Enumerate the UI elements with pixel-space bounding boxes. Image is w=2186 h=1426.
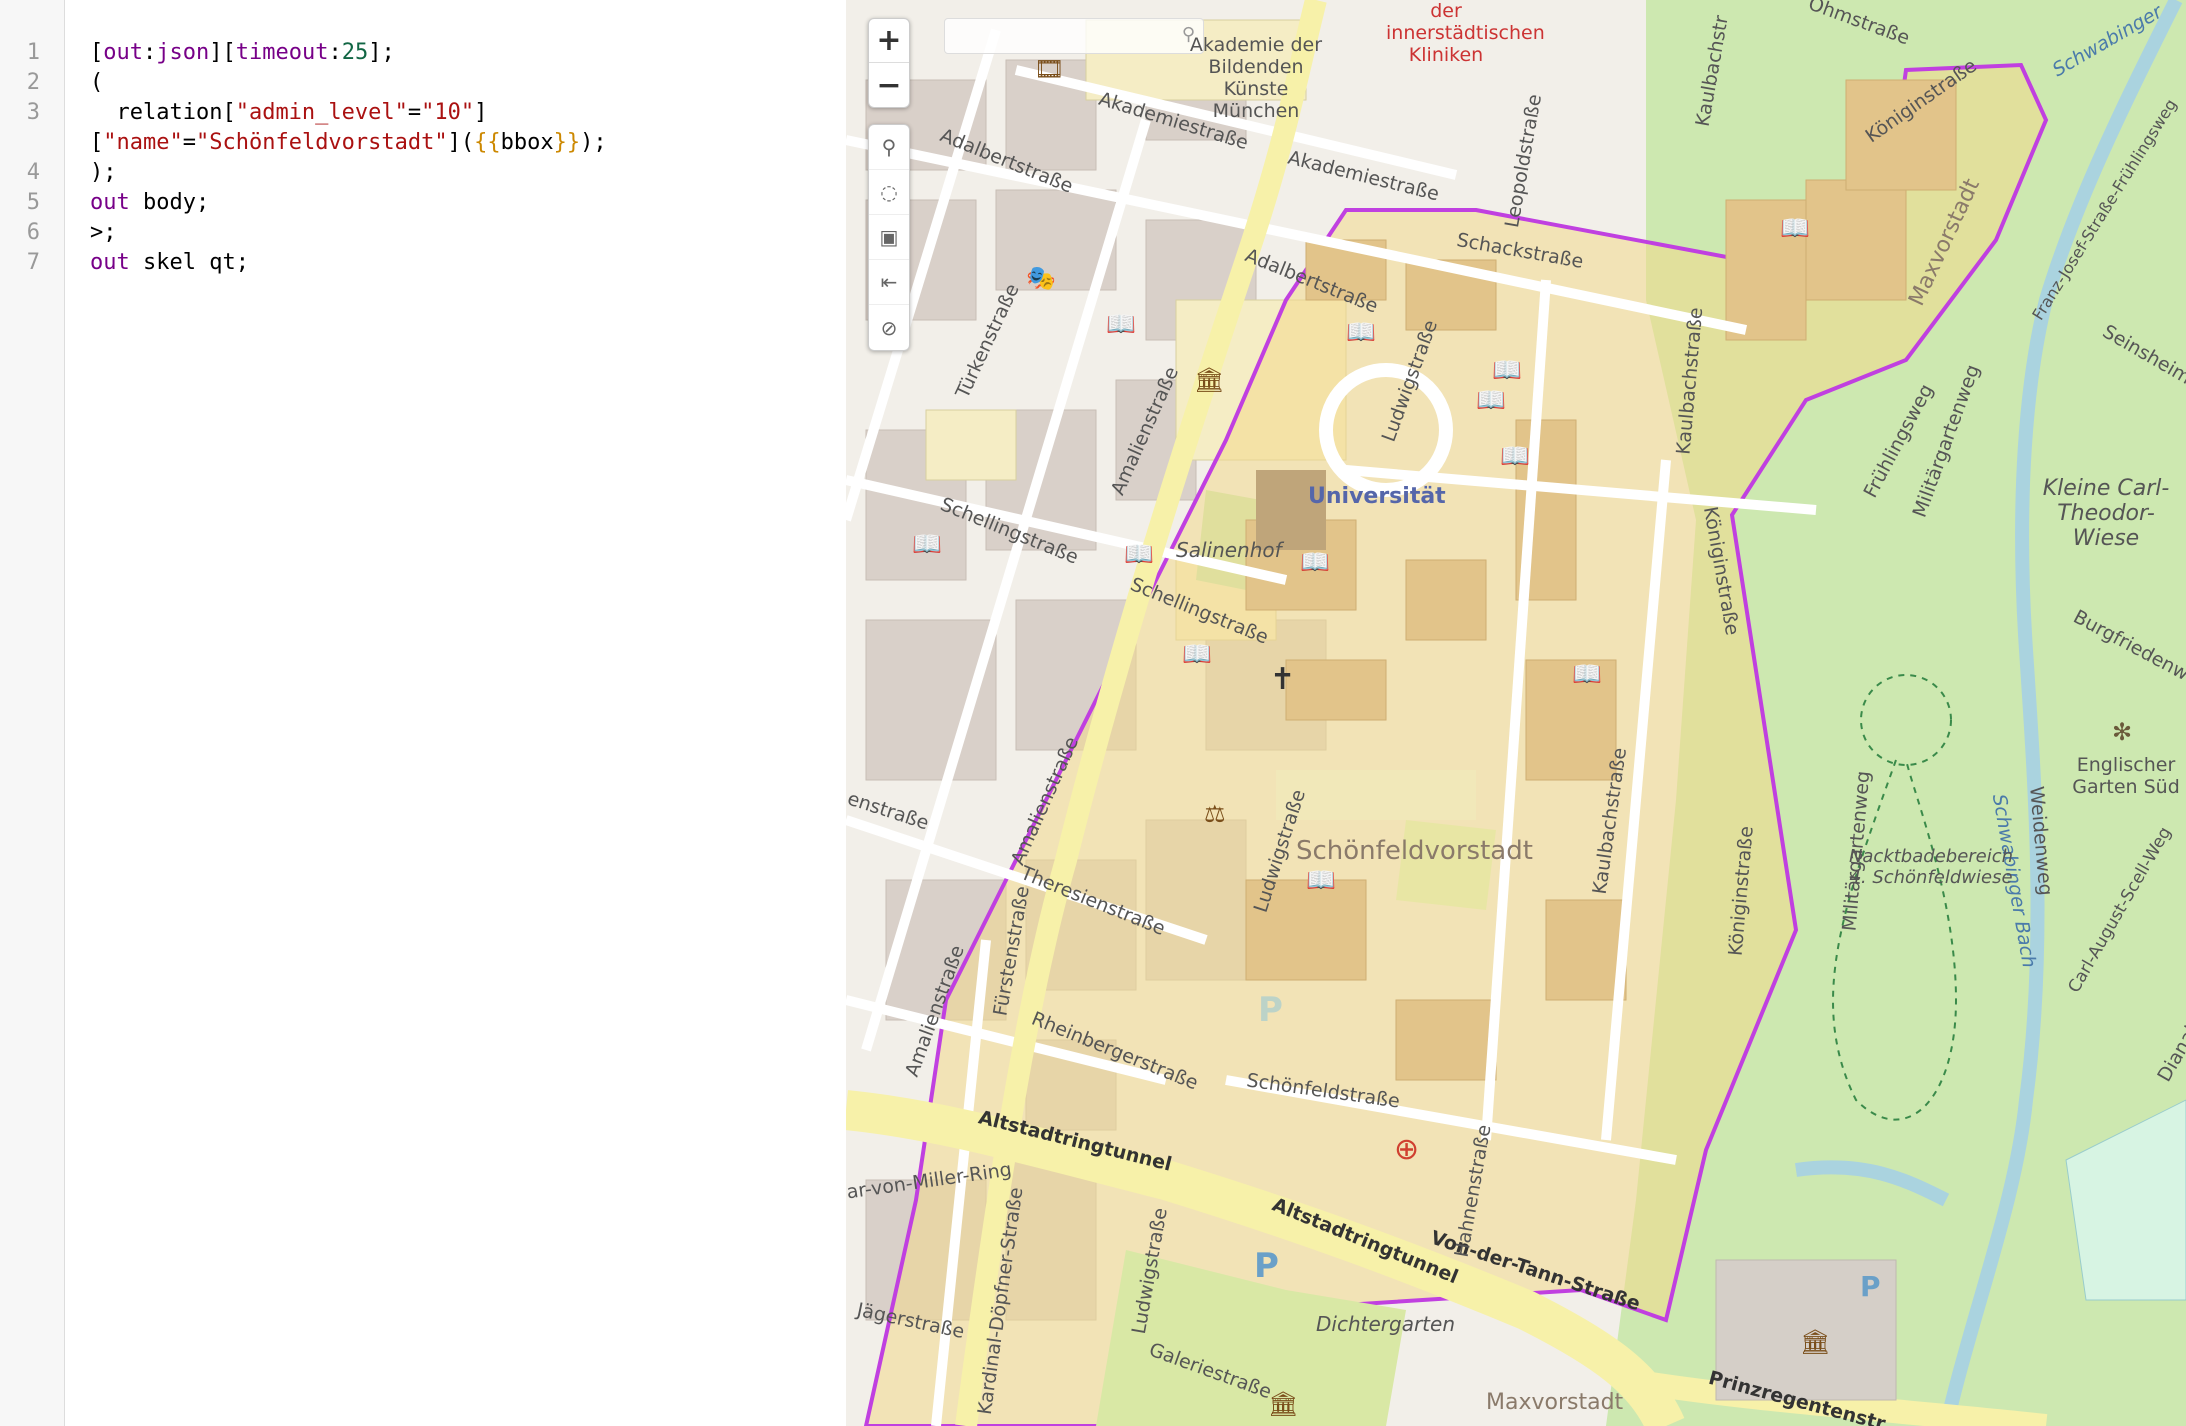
map-label: Universität bbox=[1308, 484, 1446, 509]
layers-icon[interactable]: ▣ bbox=[869, 215, 909, 260]
map-view[interactable]: + − ⚲ ◌ ▣ ⇤ ⊘ ⚲ der innerstädtischen Kli… bbox=[846, 0, 2186, 1426]
library-icon[interactable]: 📖 bbox=[1182, 640, 1212, 668]
map-search-input[interactable] bbox=[945, 19, 1181, 51]
parking-icon[interactable]: P bbox=[1258, 990, 1283, 1030]
line-number: 5 bbox=[26, 190, 40, 215]
map-label: Kleine Carl-Theodor-Wiese bbox=[2042, 476, 2170, 551]
line-number: 2 bbox=[26, 70, 40, 95]
library-icon[interactable]: 📖 bbox=[912, 530, 942, 558]
district-label: Schönfeldvorstadt bbox=[1296, 836, 1533, 866]
search-icon[interactable]: ⚲ bbox=[869, 125, 909, 170]
museum-icon[interactable]: 🏛 bbox=[1194, 366, 1224, 394]
line-number: 7 bbox=[26, 250, 40, 275]
courthouse-icon[interactable]: ⚖ bbox=[1204, 800, 1226, 828]
map-label: Dichtergarten bbox=[1316, 1312, 1455, 1336]
line-number: 1 bbox=[26, 40, 40, 65]
parking-icon[interactable]: P bbox=[1254, 1246, 1279, 1286]
code-line-7[interactable]: out skel qt; bbox=[90, 250, 249, 275]
museum-icon[interactable]: 🏛 bbox=[1800, 1328, 1830, 1356]
disable-icon[interactable]: ⊘ bbox=[869, 305, 909, 350]
library-icon[interactable]: 📖 bbox=[1124, 540, 1154, 568]
zoom-out-button[interactable]: − bbox=[869, 63, 909, 107]
museum-icon[interactable]: 🏛 bbox=[1268, 1390, 1298, 1418]
parking-icon[interactable]: P bbox=[1860, 1270, 1881, 1303]
map-label: Nacktbadebereich 4. Schönfeldwiese bbox=[1848, 846, 2014, 888]
library-icon[interactable]: 📖 bbox=[1106, 310, 1136, 338]
line-number: 3 bbox=[26, 100, 40, 125]
map-label: Maxvorstadt bbox=[1486, 1390, 1624, 1415]
map-tools-control: ⚲ ◌ ▣ ⇤ ⊘ bbox=[868, 124, 910, 351]
line-number-gutter: 1 2 3 4 5 6 7 bbox=[0, 0, 65, 1426]
code-line-5[interactable]: out body; bbox=[90, 190, 209, 215]
code-line-3-wrap[interactable]: ["name"="Schönfeldvorstadt"]({{bbox}}); bbox=[90, 130, 607, 155]
library-icon[interactable]: 📖 bbox=[1306, 866, 1336, 894]
zoom-control: + − bbox=[868, 18, 910, 108]
map-label: Salinenhof bbox=[1176, 538, 1282, 562]
zoom-in-button[interactable]: + bbox=[869, 19, 909, 63]
hospital-icon[interactable]: ⊕ bbox=[1394, 1132, 1419, 1167]
library-icon[interactable]: 📖 bbox=[1572, 660, 1602, 688]
church-icon[interactable]: ✝ bbox=[1270, 662, 1295, 697]
map-label: der innerstädtischen Kliniken bbox=[1386, 0, 1545, 66]
library-icon[interactable]: 📖 bbox=[1500, 442, 1530, 470]
code-line-3[interactable]: relation["admin_level"="10"] bbox=[90, 100, 487, 125]
code-line-1[interactable]: [out:json][timeout:25]; bbox=[90, 40, 395, 65]
cinema-icon[interactable]: 🎞 bbox=[1034, 55, 1064, 83]
library-icon[interactable]: 📖 bbox=[1492, 356, 1522, 384]
map-label: Akademie der Bildenden Künste München bbox=[1189, 34, 1323, 122]
uni-building-west bbox=[925, 409, 1017, 481]
code-line-4[interactable]: ); bbox=[90, 160, 117, 185]
query-editor[interactable]: 1 2 3 4 5 6 7 [out:json][timeout:25]; ( … bbox=[0, 0, 846, 1426]
back-icon[interactable]: ⇤ bbox=[869, 260, 909, 305]
library-icon[interactable]: 📖 bbox=[1476, 386, 1506, 414]
code-line-2[interactable]: ( bbox=[90, 70, 103, 95]
line-number: 4 bbox=[26, 160, 40, 185]
locate-icon[interactable]: ◌ bbox=[869, 170, 909, 215]
library-icon[interactable]: 📖 bbox=[1346, 318, 1376, 346]
line-number: 6 bbox=[26, 220, 40, 245]
map-label: Englischer Garten Süd bbox=[2072, 754, 2180, 798]
map-search-box[interactable]: ⚲ bbox=[944, 18, 1204, 54]
code-line-6[interactable]: >; bbox=[90, 220, 117, 245]
library-icon[interactable]: 📖 bbox=[1300, 548, 1330, 576]
viewpoint-icon[interactable]: ✻ bbox=[2112, 718, 2132, 746]
library-icon[interactable]: 📖 bbox=[1780, 214, 1810, 242]
theatre-icon[interactable]: 🎭 bbox=[1026, 264, 1056, 292]
